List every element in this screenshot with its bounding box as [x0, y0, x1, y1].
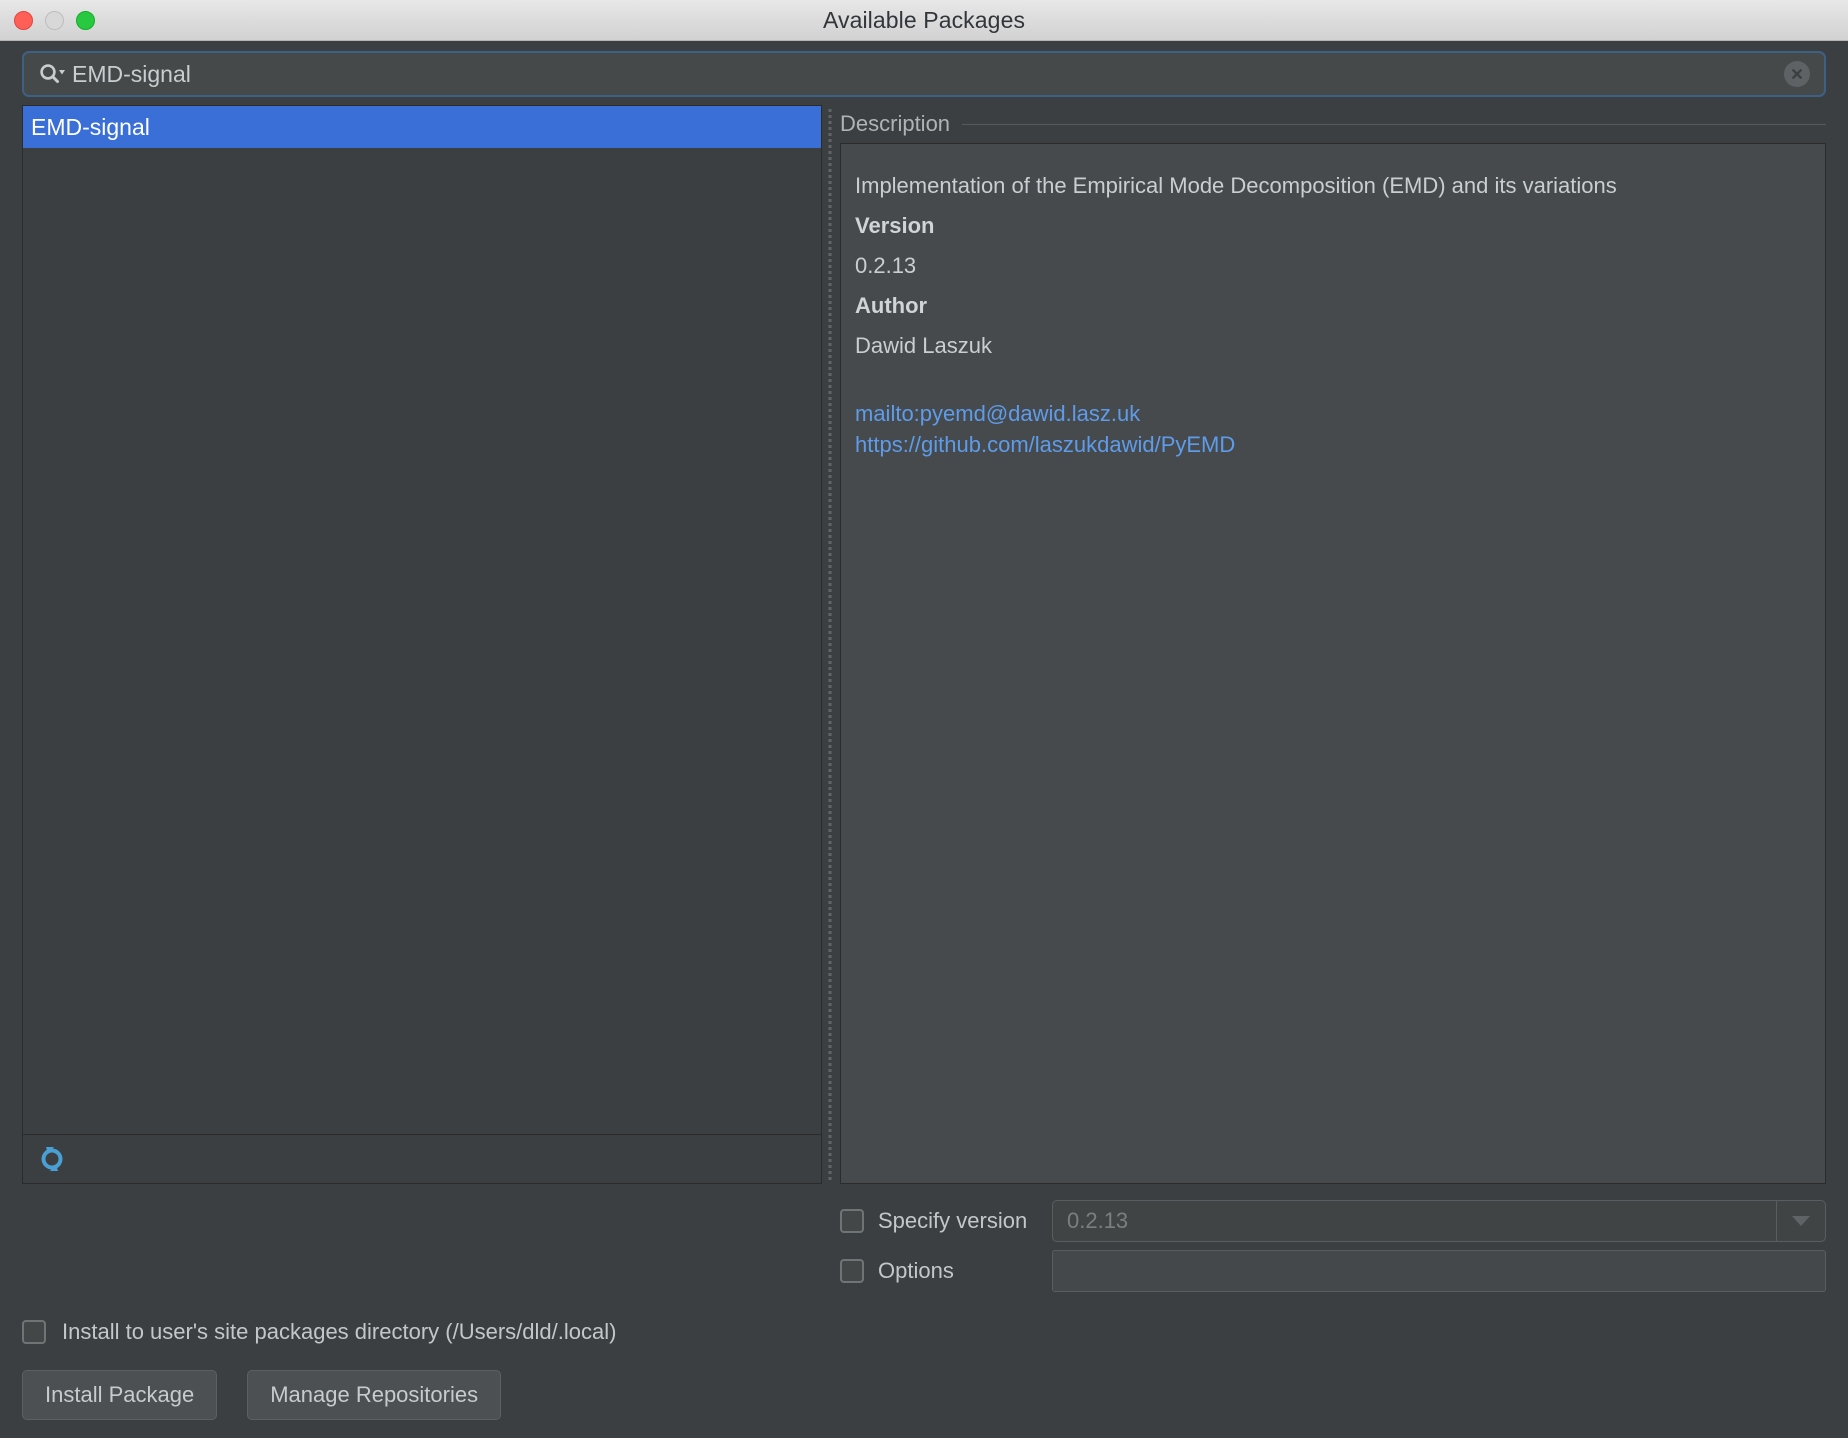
description-version-label: Version: [855, 213, 935, 238]
package-list-panel: EMD-signal: [22, 105, 822, 1184]
dialog-footer: Install to user's site packages director…: [0, 1296, 1848, 1438]
search-row: EMD-signal: [0, 41, 1848, 105]
split-pane-grip[interactable]: [828, 109, 834, 1180]
package-list[interactable]: EMD-signal: [23, 106, 821, 1134]
manage-repositories-button[interactable]: Manage Repositories: [247, 1370, 502, 1420]
available-packages-dialog: Available Packages EMD-signal EMD-signal…: [0, 0, 1848, 1438]
description-header: Description: [840, 105, 1826, 143]
options-label: Options: [878, 1258, 954, 1283]
description-content: Implementation of the Empirical Mode Dec…: [840, 143, 1826, 1184]
description-header-label: Description: [840, 111, 951, 136]
install-options-area: Specify version 0.2.13 Options: [0, 1184, 1848, 1296]
description-panel: Description Implementation of the Empiri…: [840, 105, 1826, 1184]
search-icon[interactable]: [38, 62, 66, 86]
search-field[interactable]: EMD-signal: [22, 51, 1826, 97]
description-author-value: Dawid Laszuk: [855, 333, 992, 358]
version-dropdown[interactable]: 0.2.13: [1052, 1200, 1826, 1242]
description-summary: Implementation of the Empirical Mode Dec…: [855, 173, 1617, 198]
install-to-user-checkbox[interactable]: [22, 1320, 46, 1344]
close-window-button[interactable]: [14, 10, 33, 30]
version-dropdown-value: 0.2.13: [1067, 1208, 1129, 1233]
search-input-value[interactable]: EMD-signal: [72, 61, 1784, 88]
install-to-user-label: Install to user's site packages director…: [62, 1319, 617, 1344]
description-mailto-link[interactable]: mailto:pyemd@dawid.lasz.uk: [855, 398, 1811, 429]
description-version-value: 0.2.13: [855, 253, 917, 278]
window-title: Available Packages: [822, 6, 1026, 33]
options-input[interactable]: [1052, 1250, 1826, 1292]
description-author-label: Author: [855, 293, 928, 318]
specify-version-checkbox[interactable]: [840, 1209, 864, 1233]
list-item[interactable]: EMD-signal: [23, 106, 821, 148]
footer-button-row: Install Package Manage Repositories: [22, 1370, 1826, 1420]
options-row: Options: [840, 1246, 1826, 1296]
description-homepage-link[interactable]: https://github.com/laszukdawid/PyEMD: [855, 429, 1811, 460]
chevron-down-icon[interactable]: [1776, 1201, 1825, 1241]
minimize-window-button[interactable]: [45, 10, 64, 30]
options-checkbox[interactable]: [840, 1259, 864, 1283]
window-controls: [14, 0, 95, 40]
description-header-rule: [962, 123, 1826, 125]
package-list-toolbar: [23, 1134, 821, 1183]
specify-version-check-group[interactable]: Specify version: [840, 1208, 1052, 1234]
main-split-pane: EMD-signal Description Implementation of…: [0, 105, 1848, 1184]
maximize-window-button[interactable]: [76, 10, 95, 30]
options-check-group[interactable]: Options: [840, 1258, 1052, 1284]
refresh-sync-icon[interactable]: [35, 1142, 69, 1176]
install-package-button[interactable]: Install Package: [22, 1370, 218, 1420]
specify-version-row: Specify version 0.2.13: [840, 1196, 1826, 1246]
split-pane-divider[interactable]: [822, 105, 840, 1184]
install-to-user-row[interactable]: Install to user's site packages director…: [22, 1310, 1826, 1354]
window-titlebar: Available Packages: [0, 0, 1848, 41]
specify-version-label: Specify version: [878, 1208, 1028, 1233]
clear-search-icon[interactable]: [1784, 61, 1810, 87]
